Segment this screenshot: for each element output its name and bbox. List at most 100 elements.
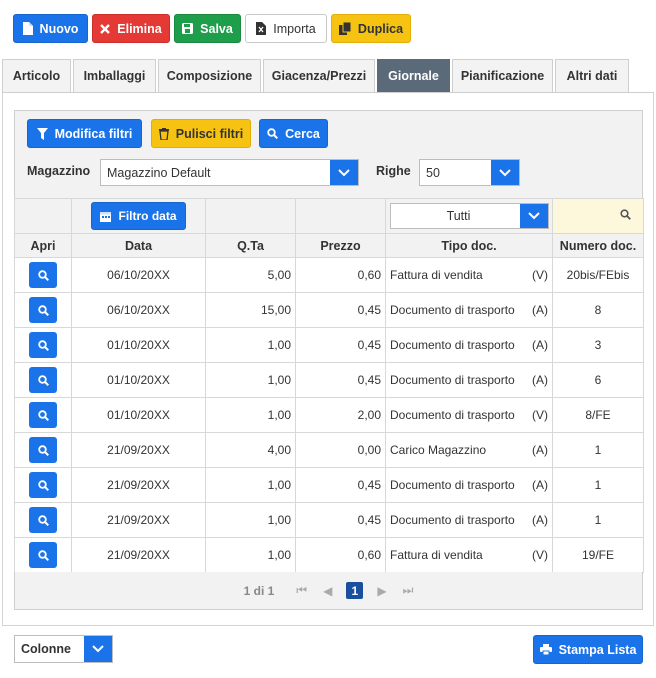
open-document-button[interactable]	[29, 262, 57, 288]
tipo-doc-filter[interactable]: Tutti	[390, 203, 549, 229]
cell-data: 21/09/20XX	[71, 467, 206, 503]
open-document-button[interactable]	[29, 437, 57, 463]
cell-tipo-doc: Documento di trasporto	[390, 373, 515, 387]
nuovo-button[interactable]: Nuovo	[13, 14, 88, 43]
cell-tipo-doc: Documento di trasporto	[390, 338, 515, 352]
colonne-select[interactable]: Colonne	[14, 635, 113, 663]
last-page-icon[interactable]: ⏭	[403, 583, 414, 598]
modifica-filtri-button[interactable]: Modifica filtri	[27, 119, 142, 148]
chevron-down-icon	[491, 160, 519, 185]
filter-row: Filtro data Tutti	[14, 198, 644, 234]
search-icon	[37, 339, 49, 351]
tab-articolo[interactable]: Articolo	[2, 59, 71, 92]
table-row[interactable]: 21/09/20XX 4,00 0,00 Carico Magazzino (A) 1	[14, 432, 644, 468]
col-qta[interactable]: Q.Ta	[205, 233, 296, 258]
tab-giacenza-prezzi[interactable]: Giacenza/Prezzi	[263, 59, 375, 92]
open-document-button[interactable]	[29, 542, 57, 568]
tab-giornale[interactable]: Giornale	[377, 59, 450, 92]
current-page[interactable]: 1	[346, 582, 364, 599]
search-icon	[37, 444, 49, 456]
cell-data: 21/09/20XX	[71, 537, 206, 573]
tab-imballaggi[interactable]: Imballaggi	[73, 59, 156, 92]
cell-qta: 1,00	[205, 467, 296, 503]
cell-data: 06/10/20XX	[71, 292, 206, 328]
first-page-icon[interactable]: ⏮	[296, 583, 307, 598]
cell-prezzo: 0,45	[295, 327, 386, 363]
prev-page-icon[interactable]: ◀	[323, 584, 332, 598]
next-page-icon[interactable]: ▶	[377, 584, 386, 598]
chevron-down-icon	[520, 204, 548, 228]
cell-qta: 1,00	[205, 537, 296, 573]
search-icon	[620, 209, 631, 223]
pulisci-filtri-button[interactable]: Pulisci filtri	[151, 119, 251, 148]
open-document-button[interactable]	[29, 367, 57, 393]
table-row[interactable]: 01/10/20XX 1,00 2,00 Documento di trasporto…	[14, 397, 644, 433]
pager: 1 di 1 ⏮ ◀ 1 ▶ ⏭	[14, 572, 643, 610]
salva-label: Salva	[200, 21, 233, 36]
table-header: Apri Data Q.Ta Prezzo Tipo doc. Numero d…	[14, 233, 644, 258]
cell-tipo-doc: Documento di trasporto	[390, 408, 515, 422]
table-row[interactable]: 21/09/20XX 1,00 0,45 Documento di trasporto…	[14, 467, 644, 503]
cell-data: 01/10/20XX	[71, 397, 206, 433]
col-tipo-doc[interactable]: Tipo doc.	[385, 233, 553, 258]
cell-qta: 4,00	[205, 432, 296, 468]
cell-data: 21/09/20XX	[71, 502, 206, 538]
righe-label: Righe	[376, 164, 411, 178]
cell-verso: (A)	[532, 513, 548, 527]
duplica-button[interactable]: Duplica	[331, 14, 411, 43]
col-apri[interactable]: Apri	[14, 233, 72, 258]
table-row[interactable]: 21/09/20XX 1,00 0,45 Documento di trasporto…	[14, 502, 644, 538]
cell-verso: (A)	[532, 478, 548, 492]
cell-prezzo: 2,00	[295, 397, 386, 433]
cell-data: 06/10/20XX	[71, 257, 206, 293]
search-icon	[37, 374, 49, 386]
cell-verso: (A)	[532, 373, 548, 387]
cell-prezzo: 0,45	[295, 467, 386, 503]
table-row[interactable]: 01/10/20XX 1,00 0,45 Documento di trasporto…	[14, 327, 644, 363]
tab-composizione[interactable]: Composizione	[158, 59, 261, 92]
cell-qta: 1,00	[205, 327, 296, 363]
table-row[interactable]: 21/09/20XX 1,00 0,60 Fattura di vendita (V) 1…	[14, 537, 644, 573]
print-icon	[539, 644, 552, 655]
table-row[interactable]: 06/10/20XX 15,00 0,45 Documento di trasport…	[14, 292, 644, 328]
calendar-icon	[100, 211, 112, 222]
cell-prezzo: 0,00	[295, 432, 386, 468]
cell-prezzo: 0,45	[295, 362, 386, 398]
col-data[interactable]: Data	[71, 233, 206, 258]
open-document-button[interactable]	[29, 402, 57, 428]
magazzino-select[interactable]: Magazzino Default	[100, 159, 359, 186]
search-icon	[267, 128, 279, 139]
importa-button[interactable]: Importa	[245, 14, 327, 43]
col-prezzo[interactable]: Prezzo	[295, 233, 386, 258]
stampa-lista-button[interactable]: Stampa Lista	[533, 635, 643, 664]
cell-verso: (A)	[532, 303, 548, 317]
cell-prezzo: 0,45	[295, 292, 386, 328]
nuovo-label: Nuovo	[39, 21, 79, 36]
elimina-label: Elimina	[117, 21, 162, 36]
open-document-button[interactable]	[29, 472, 57, 498]
open-document-button[interactable]	[29, 507, 57, 533]
table-row[interactable]: 06/10/20XX 5,00 0,60 Fattura di vendita (V) 2…	[14, 257, 644, 293]
cerca-button[interactable]: Cerca	[259, 119, 328, 148]
table-row[interactable]: 01/10/20XX 1,00 0,45 Documento di trasporto…	[14, 362, 644, 398]
tab-pianificazione[interactable]: Pianificazione	[452, 59, 553, 92]
filtro-data-button[interactable]: Filtro data	[91, 202, 186, 230]
salva-button[interactable]: Salva	[174, 14, 241, 43]
elimina-button[interactable]: Elimina	[92, 14, 170, 43]
tab-altri-dati[interactable]: Altri dati	[555, 59, 629, 92]
cell-qta: 5,00	[205, 257, 296, 293]
col-numero-doc[interactable]: Numero doc.	[552, 233, 644, 258]
cell-verso: (V)	[532, 268, 548, 282]
open-document-button[interactable]	[29, 332, 57, 358]
numero-doc-filter[interactable]	[552, 198, 644, 234]
cell-verso: (V)	[532, 548, 548, 562]
cell-verso: (V)	[532, 408, 548, 422]
cell-qta: 1,00	[205, 397, 296, 433]
righe-select[interactable]: 50	[419, 159, 520, 186]
chevron-down-icon	[330, 160, 358, 185]
cell-numero-doc: 3	[552, 327, 644, 363]
search-icon	[37, 269, 49, 281]
open-document-button[interactable]	[29, 297, 57, 323]
chevron-down-icon	[84, 636, 112, 662]
cell-tipo-doc: Documento di trasporto	[390, 303, 515, 317]
